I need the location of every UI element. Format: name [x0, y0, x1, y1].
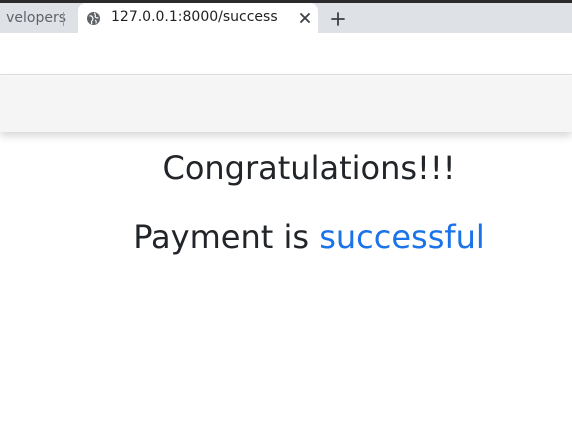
status-text: Payment is	[133, 218, 320, 256]
tab-active-label: 127.0.0.1:8000/success	[111, 9, 278, 25]
payment-status-message: Payment is successful	[0, 218, 572, 256]
browser-toolbar	[0, 33, 572, 74]
close-icon[interactable]	[297, 10, 313, 26]
status-highlight: successful	[319, 218, 485, 256]
tab-strip: velopers 127.0.0.1:8000/success	[0, 3, 572, 33]
globe-icon	[87, 12, 100, 25]
toolbar-divider	[0, 74, 572, 75]
tab-inactive[interactable]: velopers	[0, 3, 78, 33]
tab-inactive-label: velopers	[6, 10, 66, 26]
navbar	[0, 76, 572, 132]
plus-icon[interactable]	[331, 12, 345, 26]
page-title: Congratulations!!!	[162, 149, 456, 187]
tab-active[interactable]: 127.0.0.1:8000/success	[78, 3, 318, 33]
tab-separator	[63, 12, 64, 26]
